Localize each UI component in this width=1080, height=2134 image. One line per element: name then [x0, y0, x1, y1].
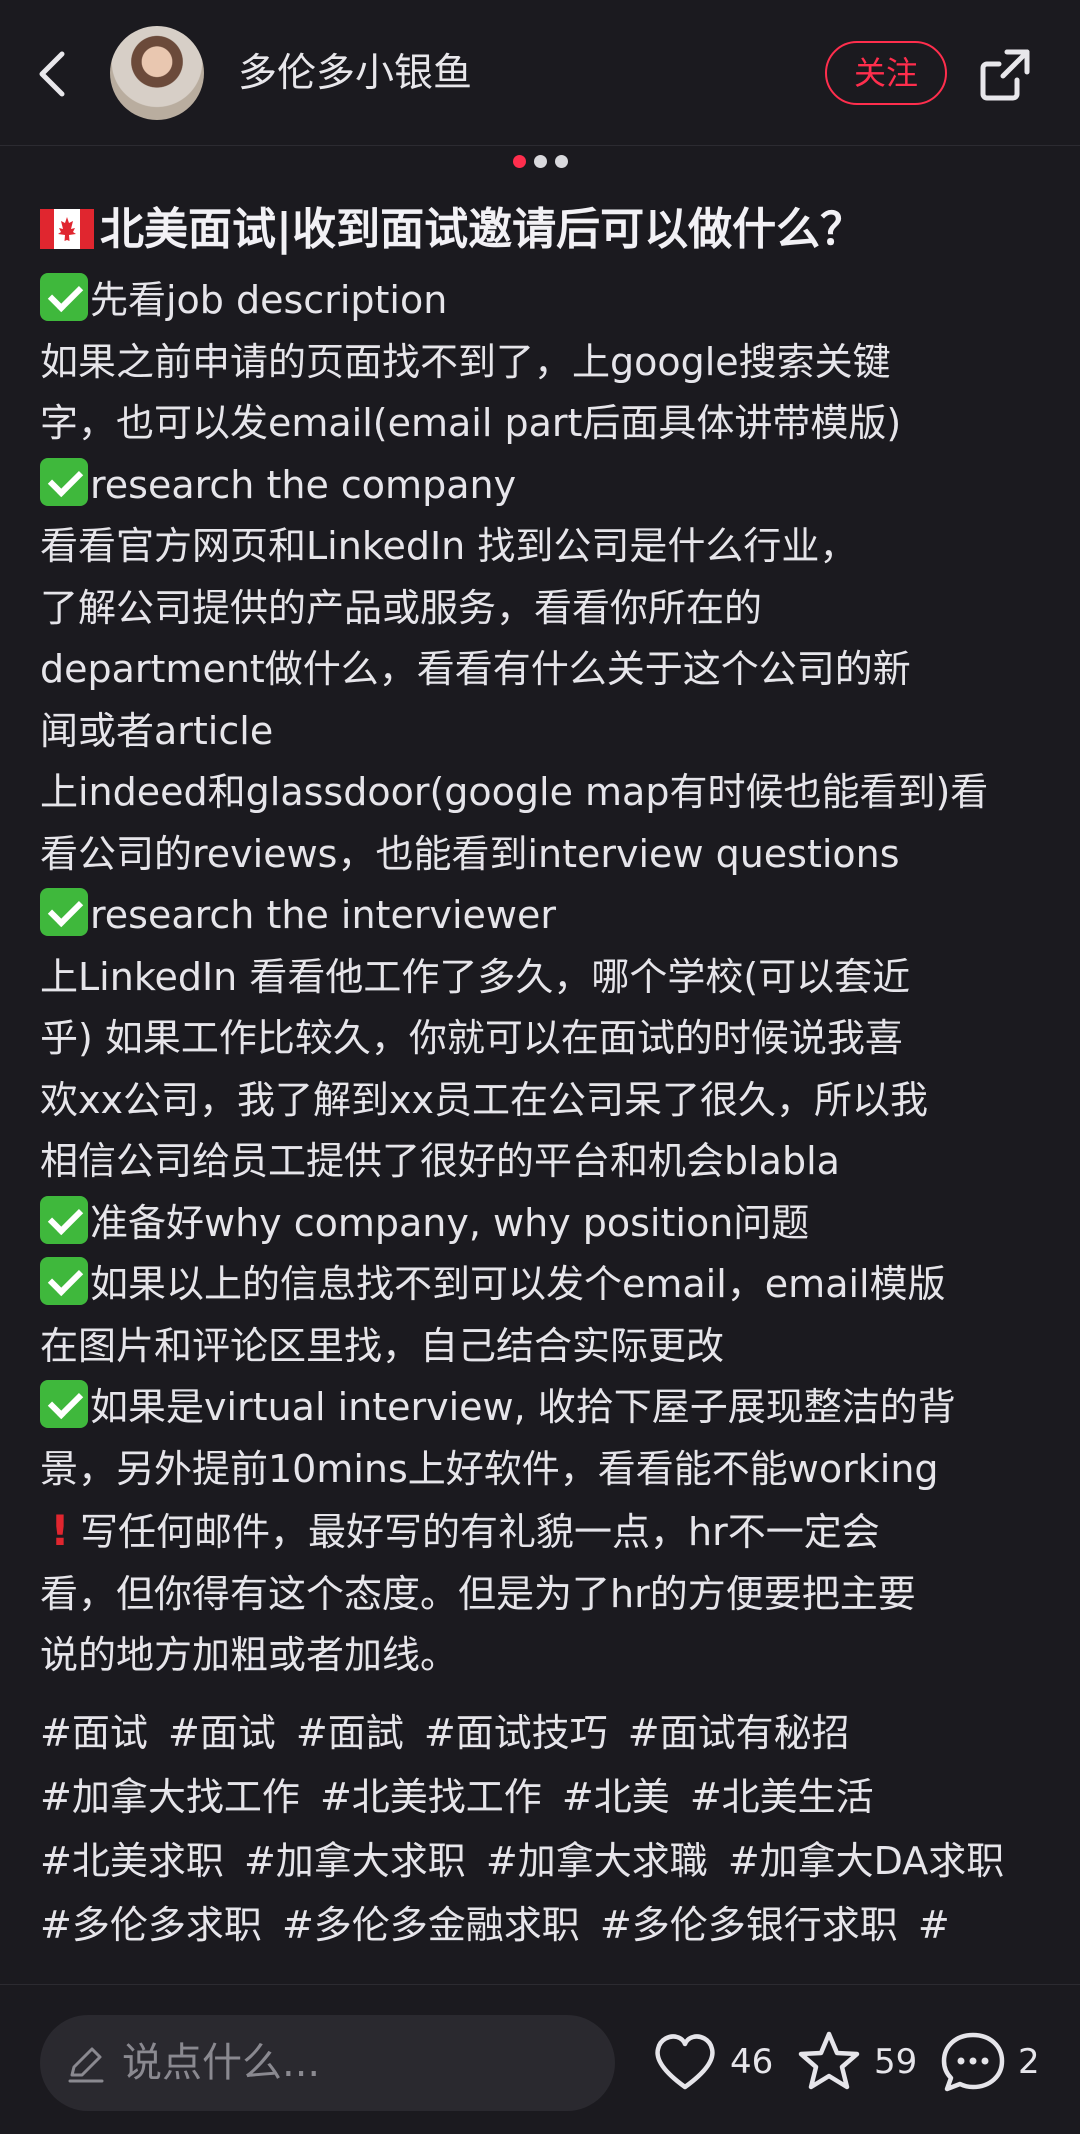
post-body-line: 在图片和评论区里找，自己结合实际更改 — [40, 1316, 1045, 1378]
post-body-text: 在图片和评论区里找，自己结合实际更改 — [40, 1323, 725, 1368]
post-body-text: 看看官方网页和LinkedIn 找到公司是什么行业， — [40, 524, 858, 568]
post-body-line: department做什么，看看有什么关于这个公司的新 — [40, 639, 1045, 701]
star-icon — [798, 2031, 860, 2090]
hashtag-link[interactable]: #多伦多银行求职 — [600, 1903, 898, 1947]
hashtag-link[interactable]: #面试 — [168, 1711, 276, 1755]
exclamation-icon: ! — [50, 1506, 70, 1555]
post-body-text: department做什么，看看有什么关于这个公司的新 — [40, 647, 911, 691]
post-body-line: 准备好why company, why position问题 — [40, 1193, 1045, 1255]
post-body-line: 看看官方网页和LinkedIn 找到公司是什么行业， — [40, 516, 1045, 578]
post-tags: #面试 #面试 #面試 #面试技巧 #面试有秘招 #加拿大找工作 #北美找工作 … — [40, 1701, 1045, 1957]
post-title-text: 北美面试|收到面试邀请后可以做什么？ — [100, 204, 865, 255]
post-body-text: 闻或者article — [40, 708, 274, 753]
hashtag-link[interactable]: #加拿大DA求职 — [728, 1839, 1004, 1883]
post-body-text: 欢xx公司，我了解到xx员工在公司呆了很久，所以我 — [40, 1077, 928, 1122]
post-body-text: 如果以上的信息找不到可以发个email，email模版 — [90, 1262, 946, 1306]
post-body-line: 字，也可以发email(email part后面具体讲带模版) — [40, 393, 1045, 455]
hashtag-link[interactable]: #加拿大找工作 — [40, 1775, 300, 1819]
post-body-text: 字，也可以发email(email part后面具体讲带模版) — [40, 401, 902, 445]
check-mark-icon — [40, 888, 88, 936]
post-body-line: research the company — [40, 455, 1045, 517]
check-mark-icon — [40, 457, 88, 506]
comment-placeholder: 说点什么... — [122, 2040, 321, 2086]
comment-count: 2 — [1018, 2042, 1040, 2082]
check-mark-icon — [40, 273, 88, 321]
hashtag-link[interactable]: #北美找工作 — [320, 1775, 542, 1819]
post-body-text: 相信公司给员工提供了很好的平台和机会blabla — [40, 1139, 840, 1183]
hashtag-link[interactable]: #北美生活 — [690, 1775, 874, 1819]
check-mark-icon — [40, 1195, 88, 1244]
post-body-text: 准备好why company, why position问题 — [90, 1200, 810, 1245]
post-body-line: 上LinkedIn 看看他工作了多久，哪个学校(可以套近 — [40, 947, 1045, 1009]
post-body-text: 上LinkedIn 看看他工作了多久，哪个学校(可以套近 — [40, 954, 911, 999]
post-body-text: 了解公司提供的产品或服务，看看你所在的 — [40, 585, 763, 630]
hashtag-link[interactable]: #面试技巧 — [424, 1711, 608, 1755]
post-body-line: 如果之前申请的页面找不到了，上google搜索关键 — [40, 332, 1045, 394]
post-body-line: 如果以上的信息找不到可以发个email，email模版 — [40, 1254, 1045, 1316]
heart-icon — [655, 2034, 715, 2090]
post-body-line: 上indeed和glassdoor(google map有时候也能看到)看 — [40, 762, 1045, 824]
check-mark-icon — [40, 1257, 88, 1305]
back-icon[interactable] — [30, 46, 78, 102]
hashtag-link[interactable]: #加拿大求職 — [486, 1839, 708, 1883]
post-body-line: 如果是virtual interview, 收拾下屋子展现整洁的背 — [40, 1377, 1045, 1439]
post-body-text: 如果之前申请的页面找不到了，上google搜索关键 — [40, 339, 891, 384]
comment-bubble-icon — [941, 2032, 1005, 2092]
post-body-text: 如果是virtual interview, 收拾下屋子展现整洁的背 — [90, 1385, 956, 1429]
post-body-line: ! 写任何邮件，最好写的有礼貌一点，hr不一定会 — [40, 1500, 1045, 1564]
author-avatar[interactable] — [110, 26, 204, 120]
hashtag-link[interactable]: #面試 — [296, 1711, 404, 1755]
like-count: 46 — [730, 2042, 774, 2082]
post-body-line: 景，另外提前10mins上好软件，看看能不能working — [40, 1439, 1045, 1501]
hashtag-link[interactable]: #多伦多金融求职 — [282, 1903, 580, 1947]
hashtag-link[interactable]: #北美 — [562, 1775, 670, 1819]
favorite-count: 59 — [874, 2042, 918, 2082]
hashtag-link[interactable]: #加拿大求职 — [244, 1839, 466, 1883]
post-body-line: 闻或者article — [40, 701, 1045, 763]
hashtag-link[interactable]: #面试 — [40, 1711, 148, 1755]
post-body-text: research the company — [90, 462, 517, 507]
hashtag-link[interactable]: # — [918, 1903, 950, 1947]
check-mark-icon — [40, 1380, 88, 1428]
post-body-text: 写任何邮件，最好写的有礼貌一点，hr不一定会 — [80, 1510, 880, 1554]
carousel-dot — [533, 155, 547, 168]
post-body-text: research the interviewer — [90, 893, 556, 937]
post-body-line: 欢xx公司，我了解到xx员工在公司呆了很久，所以我 — [40, 1070, 1045, 1132]
like-button[interactable]: 46 — [650, 2017, 773, 2107]
post-body-line: 先看job description — [40, 270, 1045, 332]
favorite-button[interactable]: 59 — [794, 2017, 917, 2107]
post-body-text: 看，但你得有这个态度。但是为了hr的方便要把主要 — [40, 1571, 916, 1616]
post-body-text: 乎) 如果工作比较久，你就可以在面试的时候说我喜 — [40, 1016, 903, 1060]
share-icon[interactable] — [977, 46, 1033, 102]
post-title: 北美面试|收到面试邀请后可以做什么？ — [40, 200, 1045, 260]
bottom-bar: 说点什么... 46 59 2 — [0, 1984, 1080, 2134]
post-header: 多伦多小银鱼 关注 — [0, 0, 1080, 146]
post-body-line: 了解公司提供的产品或服务，看看你所在的 — [40, 578, 1045, 640]
author-name[interactable]: 多伦多小银鱼 — [238, 48, 472, 100]
canada-flag-icon — [40, 205, 94, 249]
post-body-line: 看公司的reviews，也能看到interview questions — [40, 824, 1045, 886]
comment-button[interactable]: 2 — [938, 2017, 1040, 2107]
post-body-line: research the interviewer — [40, 885, 1045, 947]
post-body-line: 乎) 如果工作比较久，你就可以在面试的时候说我喜 — [40, 1008, 1045, 1070]
carousel-indicator — [0, 155, 1080, 173]
comment-input[interactable]: 说点什么... — [40, 2015, 615, 2111]
follow-button[interactable]: 关注 — [825, 41, 947, 105]
post-body-line: 说的地方加粗或者加线。 — [40, 1625, 1045, 1687]
post-body-text: 景，另外提前10mins上好软件，看看能不能working — [40, 1446, 939, 1491]
carousel-dot — [512, 155, 526, 168]
pencil-icon — [64, 2041, 108, 2085]
post-body-line: 看，但你得有这个态度。但是为了hr的方便要把主要 — [40, 1564, 1045, 1626]
carousel-dot — [554, 155, 568, 168]
hashtag-link[interactable]: #北美求职 — [40, 1839, 224, 1883]
post-content: 北美面试|收到面试邀请后可以做什么？ 先看job description 如果之前… — [40, 200, 1045, 1957]
post-body: 先看job description 如果之前申请的页面找不到了，上google搜索… — [40, 270, 1045, 1687]
post-body-text: 先看job description — [90, 278, 448, 322]
post-body-text: 看公司的reviews，也能看到interview questions — [40, 831, 900, 876]
post-body-text: 说的地方加粗或者加线。 — [40, 1633, 459, 1677]
hashtag-link[interactable]: #多伦多求职 — [40, 1903, 262, 1947]
post-body-line: 相信公司给员工提供了很好的平台和机会blabla — [40, 1131, 1045, 1193]
hashtag-link[interactable]: #面试有秘招 — [628, 1711, 850, 1755]
post-body-text: 上indeed和glassdoor(google map有时候也能看到)看 — [40, 770, 989, 814]
